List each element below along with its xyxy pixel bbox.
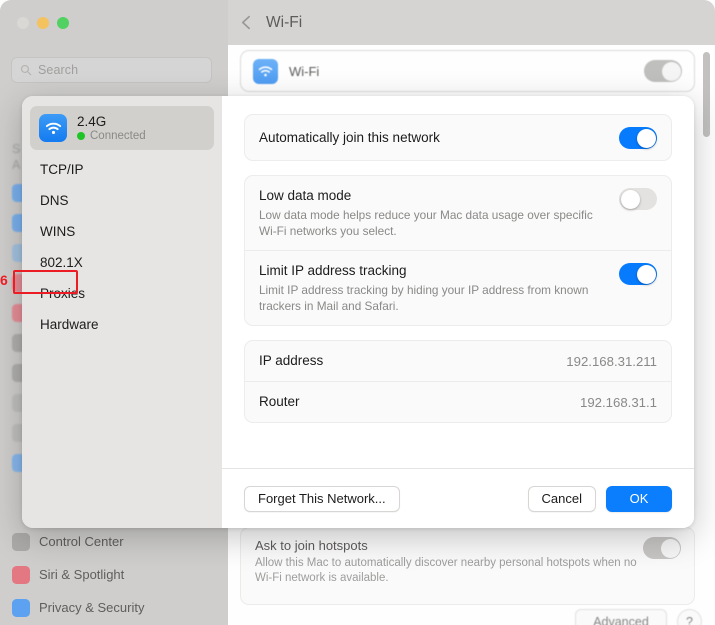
screen: Search S A Control Center Siri & Spotlig… [0,0,715,625]
network-status-label: Connected [90,130,146,142]
hotspot-card: Ask to join hotspots Allow this Mac to a… [240,527,695,605]
sidebar-item-dns[interactable]: DNS [22,185,222,216]
network-summary-row[interactable]: 2.4G Connected [30,106,214,150]
toggle-knob [636,264,656,284]
sheet-footer: Forget This Network... Cancel OK [222,468,694,528]
page-title: Wi-Fi [266,13,303,31]
sheet-content: Automatically join this network Low data… [222,96,694,468]
network-info-card: IP address 192.168.31.211 Router 192.168… [244,340,672,423]
sidebar-item-tcpip[interactable]: TCP/IP [22,154,222,185]
setting-description: Low data mode helps reduce your Mac data… [259,208,593,238]
row-texts: Limit IP address tracking Limit IP addre… [259,262,619,314]
maximize-icon[interactable] [57,17,69,29]
setting-title: Automatically join this network [259,129,440,145]
toggle-knob [620,189,640,209]
back-chevron-icon[interactable] [238,14,255,31]
search-icon [20,64,32,76]
toggle-knob [636,128,656,148]
sidebar-item-siri-spotlight[interactable]: Siri & Spotlight [0,558,228,591]
search-input[interactable]: Search [11,57,212,83]
low-data-mode-toggle[interactable] [619,188,657,210]
sidebar-item-label: Hardware [40,317,99,332]
sidebar-item-label: TCP/IP [40,162,84,177]
sidebar-item-label: Privacy & Security [39,600,145,615]
sidebar-item-label: 802.1X [40,255,83,270]
sidebar-item-label: Siri & Spotlight [39,567,125,582]
sidebar-lower-items: Control Center Siri & Spotlight Privacy … [0,525,228,624]
sidebar-partial-text-1: S [12,142,21,156]
info-value: 192.168.31.211 [566,353,657,369]
close-icon[interactable] [17,17,29,29]
sidebar-item-8021x[interactable]: 802.1X [22,247,222,278]
pane-header: Wi-Fi [228,0,715,45]
control-center-icon [12,532,30,551]
hotspot-title: Ask to join hotspots [255,538,368,553]
setting-title: Limit IP address tracking [259,263,407,278]
row-texts: IP address [259,352,566,370]
sidebar-item-hardware[interactable]: Hardware [22,309,222,340]
privacy-card: Low data mode Low data mode helps reduce… [244,175,672,326]
window-traffic-lights[interactable] [17,17,69,29]
sidebar-item-label: Control Center [39,534,124,549]
auto-join-card: Automatically join this network [244,114,672,161]
wifi-power-toggle[interactable] [644,60,682,82]
wifi-icon [39,114,67,142]
sidebar-partial-text-2: A [12,158,21,172]
advanced-button[interactable]: Advanced [575,609,667,625]
row-texts: Automatically join this network [259,129,619,147]
sidebar-item-label: WINS [40,224,76,239]
info-label: IP address [259,353,324,368]
sheet-body: Automatically join this network Low data… [222,96,694,528]
forget-network-button[interactable]: Forget This Network... [244,485,400,512]
sidebar-item-wins[interactable]: WINS [22,216,222,247]
search-placeholder: Search [38,63,79,77]
vertical-scrollbar[interactable] [703,52,710,137]
setting-description: Limit IP address tracking by hiding your… [259,283,589,313]
sidebar-item-label: DNS [40,193,69,208]
hotspot-toggle[interactable] [643,537,681,559]
network-status: Connected [77,130,146,142]
setting-row-limit-ip-tracking: Limit IP address tracking Limit IP addre… [245,250,671,325]
wifi-icon [253,58,278,84]
auto-join-toggle[interactable] [619,127,657,149]
annotation-step-number: 6 [0,272,8,288]
setting-row-auto-join: Automatically join this network [245,115,671,160]
hotspot-description: Allow this Mac to automatically discover… [255,557,637,584]
wifi-card-label: Wi-Fi [289,63,320,79]
sidebar-item-privacy-security[interactable]: Privacy & Security [0,591,228,624]
network-name: 2.4G [77,114,107,129]
setting-row-low-data-mode: Low data mode Low data mode helps reduce… [245,176,671,250]
info-row-ip-address: IP address 192.168.31.211 [245,341,671,381]
limit-ip-tracking-toggle[interactable] [619,263,657,285]
ok-button[interactable]: OK [606,485,672,512]
info-value: 192.168.31.1 [579,394,657,410]
sidebar-item-control-center[interactable]: Control Center [0,525,228,558]
setting-title: Low data mode [259,188,352,203]
hand-icon [12,598,30,617]
wifi-power-card: Wi-Fi [240,50,695,92]
row-texts: Low data mode Low data mode helps reduce… [259,187,619,239]
sidebar-item-proxies[interactable]: Proxies [22,278,222,309]
row-texts: Router [259,393,580,411]
status-dot-icon [77,132,85,140]
sidebar-item-label: Proxies [40,286,86,301]
sheet-sidebar: 2.4G Connected TCP/IP DNS WINS 802.1X Pr… [22,96,222,528]
info-row-router: Router 192.168.31.1 [245,381,671,422]
info-label: Router [259,394,300,409]
siri-icon [12,565,30,584]
minimize-icon[interactable] [37,17,49,29]
network-details-sheet: 2.4G Connected TCP/IP DNS WINS 802.1X Pr… [22,96,694,528]
cancel-button[interactable]: Cancel [527,485,596,512]
